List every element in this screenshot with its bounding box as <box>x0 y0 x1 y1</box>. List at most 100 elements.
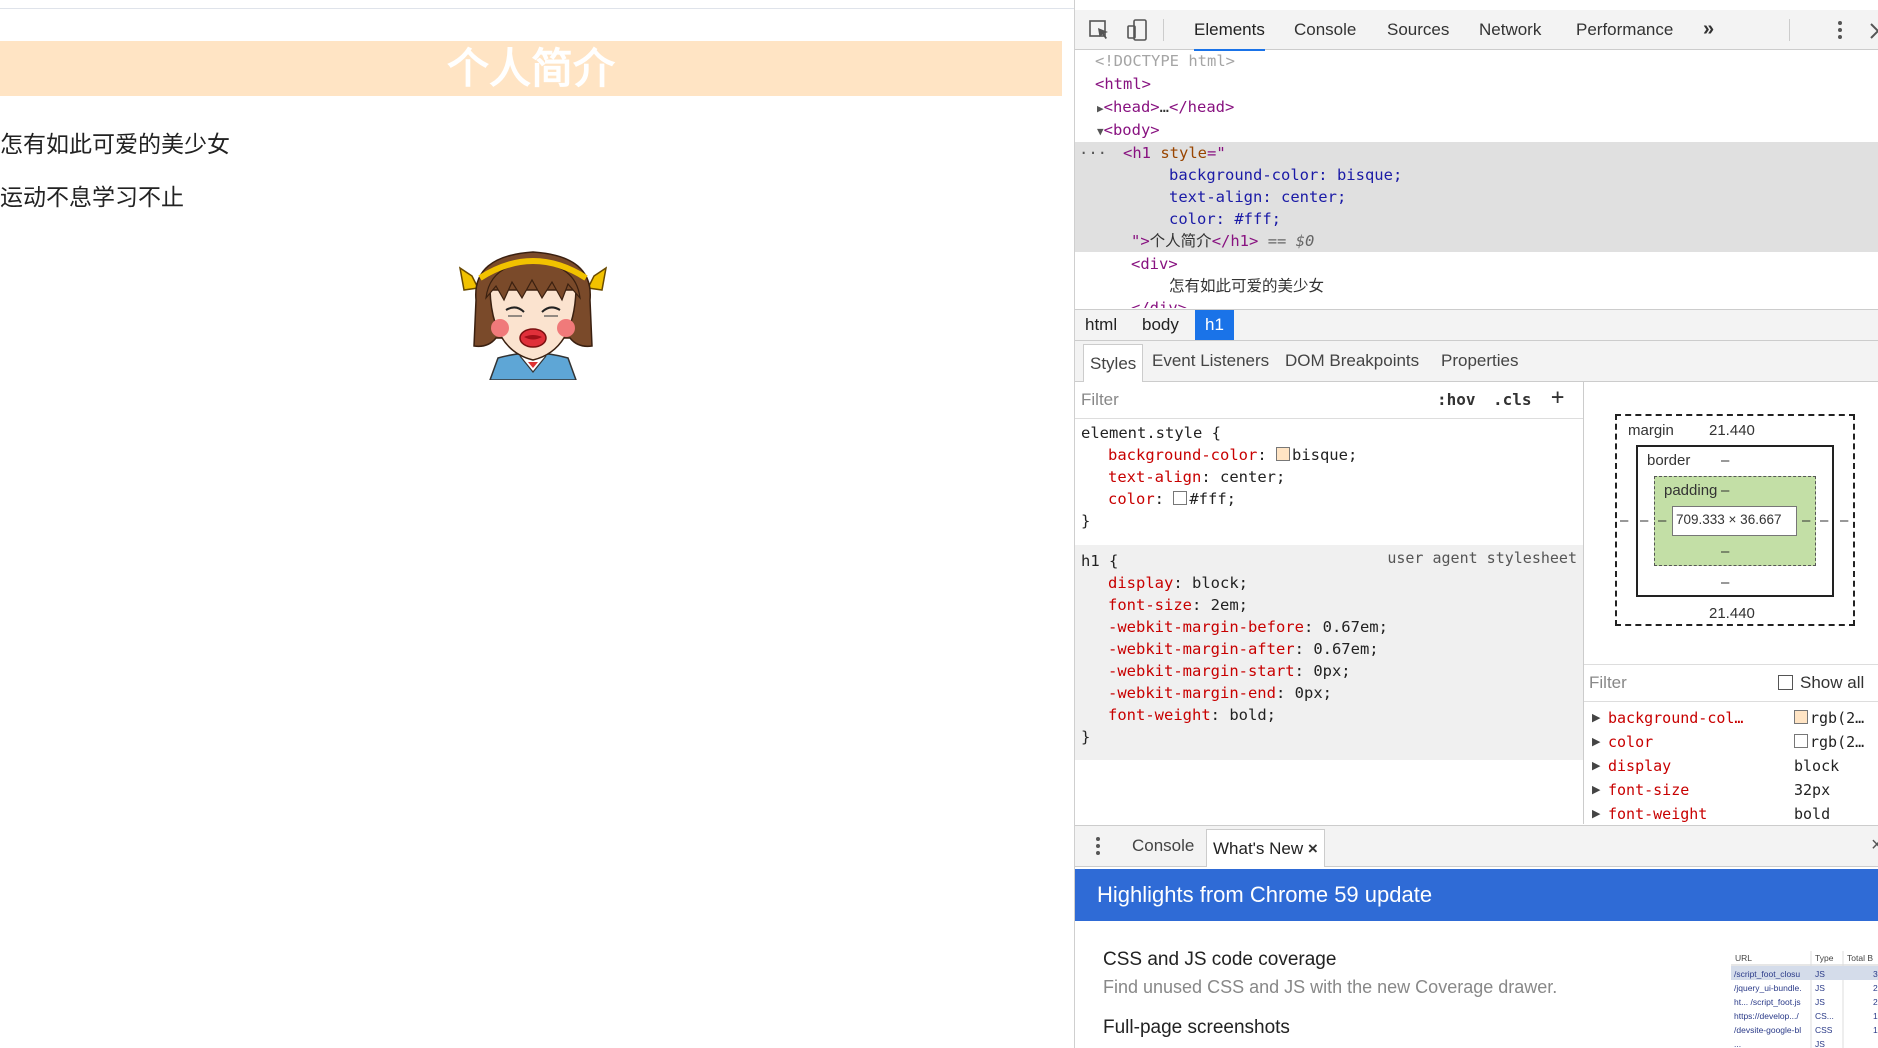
prop-name: -webkit-margin-after <box>1108 640 1295 658</box>
dom-div-text[interactable]: 怎有如此可爱的美少女 <box>1075 275 1878 297</box>
breadcrumb-h1[interactable]: h1 <box>1195 310 1234 340</box>
expand-arrow-icon[interactable]: ▶ <box>1592 754 1600 778</box>
tab-properties[interactable]: Properties <box>1441 341 1518 381</box>
thumb-row-url: ... <box>1734 1039 1741 1048</box>
collapse-arrow-icon[interactable]: ▼ <box>1097 125 1104 138</box>
feature-title-screenshots[interactable]: Full-page screenshots <box>1103 1017 1290 1039</box>
expand-arrow-icon[interactable]: ▶ <box>1592 730 1600 754</box>
css-property[interactable]: font-size: 2em; <box>1075 594 1583 616</box>
prop-name: font-weight <box>1108 706 1211 724</box>
dom-body[interactable]: ▼<body> <box>1075 119 1878 141</box>
expand-arrow-icon[interactable]: ▶ <box>1592 706 1600 730</box>
rule-selector: element.style { <box>1081 424 1221 442</box>
padding-right-value[interactable]: – <box>1802 512 1810 529</box>
close-tab-icon[interactable]: × <box>1308 839 1318 858</box>
add-rule-icon[interactable]: + <box>1551 385 1564 410</box>
expand-arrow-icon[interactable]: ▶ <box>1592 778 1600 802</box>
margin-bottom-value[interactable]: 21.440 <box>1709 605 1755 622</box>
css-property[interactable]: -webkit-margin-start: 0px; <box>1075 660 1583 682</box>
border-right-value[interactable]: – <box>1820 512 1828 529</box>
close-drawer-icon[interactable]: × <box>1871 834 1878 857</box>
border-left-value[interactable]: – <box>1640 512 1648 529</box>
show-all-checkbox[interactable] <box>1778 675 1793 690</box>
drawer-menu-icon[interactable] <box>1093 835 1103 862</box>
dom-style-line[interactable]: color: #fff; <box>1075 208 1878 230</box>
tab-console[interactable]: Console <box>1294 10 1356 49</box>
breadcrumb-html[interactable]: html <box>1075 310 1127 340</box>
computed-value-text: rgb(2… <box>1810 733 1865 751</box>
head-ellipsis[interactable]: … <box>1160 98 1169 116</box>
css-property[interactable]: background-color: bisque; <box>1075 444 1583 466</box>
border-bottom-value[interactable]: – <box>1721 574 1729 591</box>
border-label: border <box>1647 452 1691 469</box>
padding-left-value[interactable]: – <box>1658 512 1666 529</box>
tab-dom-breakpoints[interactable]: DOM Breakpoints <box>1285 341 1419 381</box>
drawer-tab-label: What's New <box>1213 839 1304 858</box>
css-property[interactable]: font-weight: bold; <box>1075 704 1583 726</box>
computed-row[interactable]: ▶ color rgb(2… <box>1584 730 1878 754</box>
tab-sources[interactable]: Sources <box>1387 10 1449 49</box>
drawer-tabbar: Console What's New × × <box>1075 825 1878 867</box>
cls-toggle[interactable]: .cls <box>1493 390 1532 409</box>
padding-top-value[interactable]: – <box>1721 482 1729 499</box>
dom-div-close[interactable]: </div> <box>1075 297 1878 308</box>
tab-elements[interactable]: Elements <box>1194 10 1265 51</box>
dom-h1-text-line[interactable]: ">个人简介</h1> == $0 <box>1075 230 1878 252</box>
margin-top-value[interactable]: 21.440 <box>1709 422 1755 439</box>
margin-right-value[interactable]: – <box>1840 512 1848 529</box>
dom-html[interactable]: <html> <box>1075 73 1878 95</box>
expand-arrow-icon[interactable]: ▶ <box>1097 102 1104 115</box>
dom-head[interactable]: ▶<head>…</head> <box>1075 96 1878 118</box>
div-open-tag: <div> <box>1131 255 1178 273</box>
expand-arrow-icon[interactable]: ▶ <box>1592 802 1600 826</box>
css-property[interactable]: -webkit-margin-after: 0.67em; <box>1075 638 1583 660</box>
tab-performance[interactable]: Performance <box>1576 10 1673 49</box>
device-toggle-icon[interactable] <box>1125 18 1151 42</box>
css-property[interactable]: color: #fff; <box>1075 488 1583 510</box>
breadcrumb-body[interactable]: body <box>1132 310 1189 340</box>
dom-h1-selected[interactable]: ··· <h1 style=" <box>1075 142 1878 164</box>
border-top-value[interactable]: – <box>1721 452 1729 469</box>
drawer-tab-whats-new[interactable]: What's New × <box>1206 829 1325 867</box>
css-property[interactable]: display: block; <box>1075 572 1583 594</box>
styles-filter-input[interactable]: Filter <box>1081 390 1119 410</box>
breadcrumb: html body h1 <box>1075 309 1878 341</box>
devtools-panel: Elements Console Sources Network Perform… <box>1074 0 1878 1048</box>
color-swatch[interactable] <box>1275 447 1290 461</box>
tab-event-listeners[interactable]: Event Listeners <box>1152 341 1269 381</box>
more-tabs-icon[interactable]: » <box>1703 10 1714 49</box>
dom-style-line[interactable]: text-align: center; <box>1075 186 1878 208</box>
page-viewport: 个人简介 怎有如此可爱的美少女 运动不息学习不止 <box>0 0 1074 1048</box>
computed-filter-input[interactable]: Filter <box>1589 673 1627 693</box>
prop-name: -webkit-margin-end <box>1108 684 1276 702</box>
padding-bottom-value[interactable]: – <box>1721 543 1729 560</box>
computed-prop-name: background-col… <box>1608 709 1744 727</box>
dom-style-line[interactable]: background-color: bisque; <box>1075 164 1878 186</box>
inspect-icon[interactable] <box>1087 18 1113 42</box>
avatar-image <box>458 251 608 380</box>
close-devtools-icon[interactable] <box>1865 18 1878 42</box>
css-property[interactable]: -webkit-margin-end: 0px; <box>1075 682 1583 704</box>
tab-network[interactable]: Network <box>1479 10 1541 49</box>
css-property[interactable]: -webkit-margin-before: 0.67em; <box>1075 616 1583 638</box>
color-swatch[interactable] <box>1173 491 1188 505</box>
computed-row[interactable]: ▶ font-weight bold <box>1584 802 1878 826</box>
prop-value: 0.67em; <box>1313 640 1379 658</box>
computed-row[interactable]: ▶ font-size 32px <box>1584 778 1878 802</box>
css-property[interactable]: text-align: center; <box>1075 466 1583 488</box>
dom-doctype[interactable]: <!DOCTYPE html> <box>1075 50 1878 72</box>
computed-row[interactable]: ▶ display block <box>1584 754 1878 778</box>
dom-ellipsis-icon[interactable]: ··· <box>1079 144 1107 162</box>
computed-prop-value: rgb(2… <box>1794 706 1864 730</box>
feature-title-coverage[interactable]: CSS and JS code coverage <box>1103 949 1336 971</box>
tab-styles[interactable]: Styles <box>1083 344 1144 382</box>
dom-div[interactable]: <div> <box>1075 253 1878 275</box>
thumb-row-url: /script_foot_closu <box>1734 969 1800 979</box>
drawer-tab-console[interactable]: Console <box>1132 826 1194 866</box>
rule-close: } <box>1081 512 1091 530</box>
margin-left-value[interactable]: – <box>1620 512 1628 529</box>
prop-value: 0.67em; <box>1322 618 1388 636</box>
computed-row[interactable]: ▶ background-col… rgb(2… <box>1584 706 1878 730</box>
hov-toggle[interactable]: :hov <box>1437 390 1476 409</box>
kebab-menu-icon[interactable] <box>1827 18 1853 42</box>
